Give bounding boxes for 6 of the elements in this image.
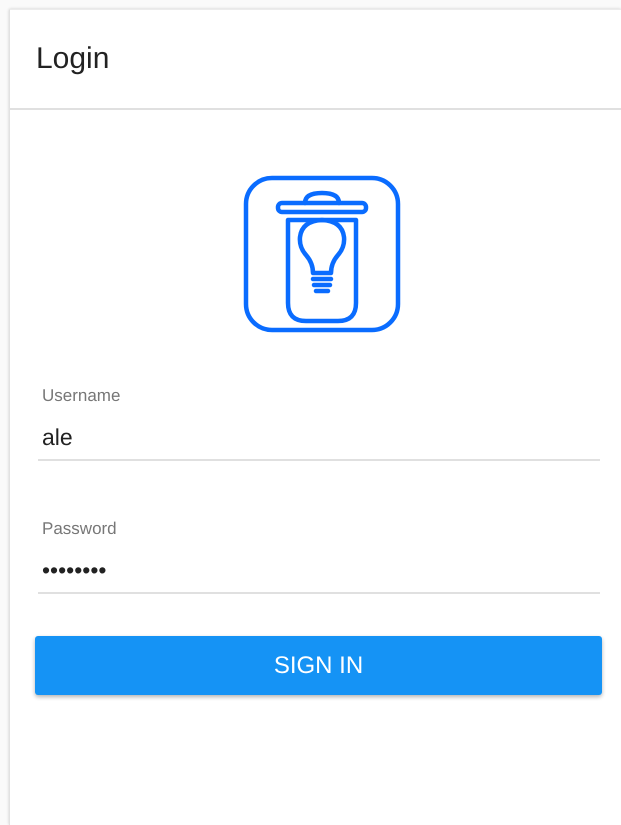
page-title: Login — [36, 42, 110, 76]
input-field[interactable]: •••••••• — [38, 543, 600, 594]
field-label: Password — [41, 519, 118, 539]
lightbulb-jar-icon — [243, 175, 401, 333]
input-field[interactable]: ale — [38, 410, 600, 461]
field-label: Username — [41, 386, 122, 406]
